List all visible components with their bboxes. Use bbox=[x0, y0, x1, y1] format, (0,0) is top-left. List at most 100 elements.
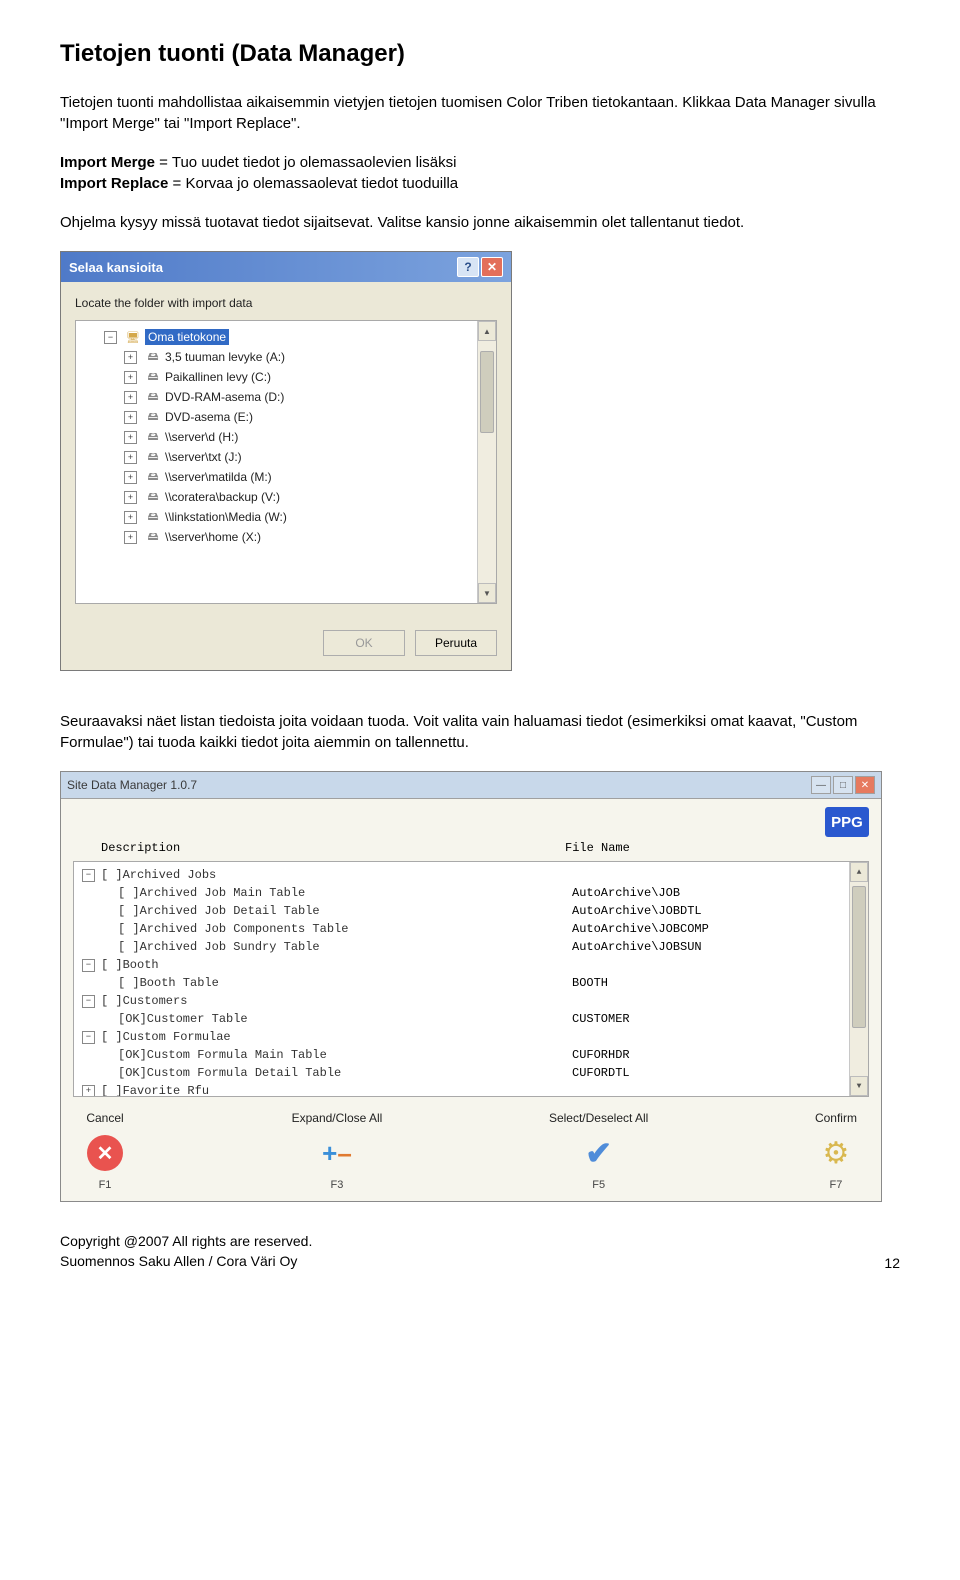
expand-icon[interactable]: + bbox=[124, 471, 137, 484]
translation-credit: Suomennos Saku Allen / Cora Väri Oy bbox=[60, 1252, 312, 1272]
maximize-button[interactable]: □ bbox=[833, 776, 853, 794]
expand-icon[interactable]: + bbox=[124, 531, 137, 544]
copyright: Copyright @2007 All rights are reserved. bbox=[60, 1232, 312, 1252]
tree-item[interactable]: +🖴\\server\txt (J:) bbox=[104, 447, 490, 467]
tree-item[interactable]: +🖴DVD-asema (E:) bbox=[104, 407, 490, 427]
list-group[interactable]: + [ ]Favorite Rfu bbox=[82, 1082, 868, 1097]
row-filename: AutoArchive\JOBSUN bbox=[572, 940, 702, 954]
tree-item[interactable]: +🖴\\server\home (X:) bbox=[104, 527, 490, 547]
scroll-down-icon[interactable]: ▼ bbox=[478, 583, 496, 603]
expand-icon[interactable]: + bbox=[124, 411, 137, 424]
tree-item[interactable]: + 🖴 \\server\matilda (M:) bbox=[104, 467, 490, 487]
list-group[interactable]: −[ ]Customers bbox=[82, 992, 868, 1010]
row-label: [OK]Customer Table bbox=[118, 1012, 248, 1026]
help-button[interactable]: ? bbox=[457, 257, 479, 277]
row-label: [ ]Favorite Rfu bbox=[101, 1084, 209, 1097]
cancel-button[interactable]: Peruuta bbox=[415, 630, 497, 656]
scroll-thumb[interactable] bbox=[852, 886, 866, 1028]
expand-icon[interactable]: + bbox=[124, 391, 137, 404]
tree-item-label: \\server\matilda (M:) bbox=[165, 470, 272, 484]
action-confirm-label: Confirm bbox=[815, 1111, 857, 1125]
list-group[interactable]: −[ ]Archived Jobs bbox=[82, 866, 868, 884]
list-item[interactable]: [ ]Archived Job Sundry Table AutoArchive\… bbox=[82, 938, 868, 956]
list-item[interactable]: [ ]Archived Job Components TableAutoArch… bbox=[82, 920, 868, 938]
ok-button[interactable]: OK bbox=[323, 630, 405, 656]
list-item[interactable]: [ ]Archived Job Detail TableAutoArchive\… bbox=[82, 902, 868, 920]
row-label: [OK]Custom Formula Detail Table bbox=[118, 1066, 341, 1080]
expand-icon[interactable]: + bbox=[82, 1085, 95, 1098]
tree-item[interactable]: +🖴DVD-RAM-asema (D:) bbox=[104, 387, 490, 407]
expand-icon[interactable]: + bbox=[124, 491, 137, 504]
list-group[interactable]: −[ ]Booth bbox=[82, 956, 868, 974]
collapse-icon[interactable]: − bbox=[104, 331, 117, 344]
list-item[interactable]: [ ]Archived Job Main TableAutoArchive\JO… bbox=[82, 884, 868, 902]
row-label: [ ]Archived Job Sundry Table bbox=[118, 940, 320, 954]
list-group[interactable]: −[ ]Custom Formulae bbox=[82, 1028, 868, 1046]
computer-icon: 🖥 bbox=[125, 330, 141, 344]
folder-tree[interactable]: − 🖥 Oma tietokone +🖴3,5 tuuman levyke (A… bbox=[75, 320, 497, 604]
column-headers: Description File Name bbox=[61, 841, 881, 861]
app-title: Site Data Manager 1.0.7 bbox=[67, 778, 197, 792]
merge-text: = Tuo uudet tiedot jo olemassaolevien li… bbox=[155, 154, 456, 171]
row-label: [ ]Archived Jobs bbox=[101, 868, 216, 882]
expand-icon[interactable]: + bbox=[124, 431, 137, 444]
merge-label: Import Merge bbox=[60, 154, 155, 171]
drive-icon: 🖴 bbox=[145, 390, 161, 404]
row-label: [ ]Booth Table bbox=[118, 976, 219, 990]
list-scrollbar[interactable]: ▲ ▼ bbox=[849, 862, 868, 1096]
minimize-button[interactable]: ― bbox=[811, 776, 831, 794]
scroll-up-icon[interactable]: ▲ bbox=[850, 862, 868, 882]
expand-icon[interactable]: − bbox=[82, 1031, 95, 1044]
fkey-f1: F1 bbox=[85, 1179, 125, 1191]
col-description: Description bbox=[101, 841, 565, 855]
drive-icon: 🖴 bbox=[145, 450, 161, 464]
page-footer: Copyright @2007 All rights are reserved.… bbox=[60, 1232, 900, 1271]
row-label: [ ]Archived Job Detail Table bbox=[118, 904, 320, 918]
tree-item[interactable]: +🖴Paikallinen levy (C:) bbox=[104, 367, 490, 387]
tree-item[interactable]: +🖴\\coratera\backup (V:) bbox=[104, 487, 490, 507]
app-titlebar: Site Data Manager 1.0.7 ― □ ✕ bbox=[61, 772, 881, 799]
row-label: [OK]Custom Formula Main Table bbox=[118, 1048, 327, 1062]
list-item[interactable]: [OK]Customer Table CUSTOMER bbox=[82, 1010, 868, 1028]
action-expand[interactable]: Expand/Close All +– F3 bbox=[292, 1111, 383, 1191]
expand-icon[interactable]: − bbox=[82, 959, 95, 972]
scrollbar[interactable]: ▲ ▼ bbox=[477, 321, 496, 603]
list-item[interactable]: [OK]Custom Formula Detail TableCUFORDTL bbox=[82, 1064, 868, 1082]
row-label: [ ]Customers bbox=[101, 994, 187, 1008]
drive-icon: 🖴 bbox=[145, 510, 161, 524]
scroll-down-icon[interactable]: ▼ bbox=[850, 1076, 868, 1096]
expand-icon[interactable]: + bbox=[124, 451, 137, 464]
expand-icon[interactable]: + bbox=[124, 351, 137, 364]
row-label: [ ]Archived Job Main Table bbox=[118, 886, 305, 900]
action-cancel[interactable]: Cancel ✕ F1 bbox=[85, 1111, 125, 1191]
fkey-f5: F5 bbox=[549, 1179, 648, 1191]
close-button[interactable]: ✕ bbox=[855, 776, 875, 794]
action-confirm[interactable]: Confirm ⚙ F7 bbox=[815, 1111, 857, 1191]
drive-icon: 🖴 bbox=[145, 370, 161, 384]
list-item[interactable]: [ ]Booth TableBOOTH bbox=[82, 974, 868, 992]
scroll-thumb[interactable] bbox=[480, 351, 494, 433]
data-list[interactable]: −[ ]Archived Jobs[ ]Archived Job Main Ta… bbox=[73, 861, 869, 1097]
action-select[interactable]: Select/Deselect All ✔ F5 bbox=[549, 1111, 648, 1191]
drive-icon: 🖴 bbox=[145, 410, 161, 424]
scroll-up-icon[interactable]: ▲ bbox=[478, 321, 496, 341]
fkey-f7: F7 bbox=[815, 1179, 857, 1191]
folder-browse-dialog: Selaa kansioita ? ✕ Locate the folder wi… bbox=[60, 251, 512, 671]
expand-icon[interactable]: + bbox=[124, 371, 137, 384]
expand-icon[interactable]: − bbox=[82, 869, 95, 882]
expand-icon[interactable]: + bbox=[124, 511, 137, 524]
tree-item[interactable]: +🖴\\linkstation\Media (W:) bbox=[104, 507, 490, 527]
list-item[interactable]: [OK]Custom Formula Main TableCUFORHDR bbox=[82, 1046, 868, 1064]
row-filename: CUSTOMER bbox=[572, 1012, 630, 1026]
tree-item[interactable]: +🖴\\server\d (H:) bbox=[104, 427, 490, 447]
action-cancel-label: Cancel bbox=[85, 1111, 125, 1125]
close-button[interactable]: ✕ bbox=[481, 257, 503, 277]
dialog-prompt: Locate the folder with import data bbox=[75, 296, 497, 310]
tree-root[interactable]: − 🖥 Oma tietokone bbox=[104, 327, 490, 347]
tree-item-label: \\coratera\backup (V:) bbox=[165, 490, 280, 504]
dialog-titlebar: Selaa kansioita ? ✕ bbox=[61, 252, 511, 282]
drive-icon: 🖴 bbox=[145, 470, 161, 484]
tree-item[interactable]: +🖴3,5 tuuman levyke (A:) bbox=[104, 347, 490, 367]
expand-icon[interactable]: − bbox=[82, 995, 95, 1008]
row-label: [ ]Custom Formulae bbox=[101, 1030, 231, 1044]
